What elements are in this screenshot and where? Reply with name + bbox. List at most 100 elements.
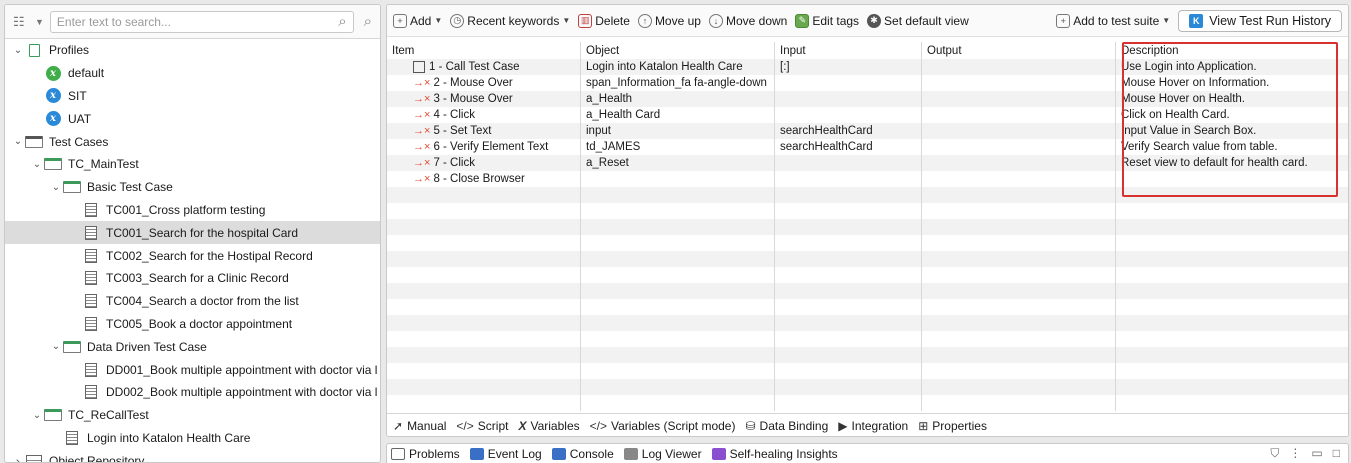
tree-item[interactable]: TC004_Search a doctor from the list [5,290,380,313]
chevron-down-icon[interactable]: ⌄ [11,45,25,56]
empty-cell[interactable] [581,219,775,235]
empty-cell[interactable] [1116,315,1346,331]
tree-item[interactable]: TC003_Search for a Clinic Record [5,267,380,290]
empty-cell[interactable] [775,187,922,203]
empty-cell[interactable] [1116,299,1346,315]
empty-cell[interactable] [922,267,1116,283]
tree-item[interactable]: ⌄ Test Cases [5,130,380,153]
empty-cell[interactable] [1116,235,1346,251]
cell-object[interactable]: a_Health [581,91,775,107]
empty-cell[interactable] [387,315,581,331]
search-input[interactable] [56,14,335,29]
empty-cell[interactable] [581,363,775,379]
empty-cell[interactable] [387,299,581,315]
tree-item[interactable]: ⌄ TC_MainTest [5,153,380,176]
empty-cell[interactable] [581,251,775,267]
view-test-run-history-button[interactable]: K View Test Run History [1178,9,1342,32]
empty-cell[interactable] [775,363,922,379]
cell-output[interactable] [922,155,1116,171]
cell-item[interactable]: →× 8 - Close Browser [387,171,581,187]
tree-item[interactable]: TC002_Search for the Hostipal Record [5,244,380,267]
empty-cell[interactable] [387,187,581,203]
tree-item[interactable]: x UAT [5,107,380,130]
empty-table-row[interactable] [387,347,1348,363]
tree-item[interactable]: › Object Repository [5,449,380,462]
chevron-down-icon[interactable]: ⌄ [30,159,44,170]
cell-input[interactable] [775,171,922,187]
table-row[interactable]: →× 8 - Close Browser [387,171,1348,187]
chevron-down-icon[interactable]: ⌄ [49,182,63,193]
empty-cell[interactable] [387,347,581,363]
empty-cell[interactable] [922,235,1116,251]
edit-tags-button[interactable]: ✎ Edit tags [795,13,859,28]
empty-cell[interactable] [387,395,581,411]
empty-cell[interactable] [922,219,1116,235]
table-row[interactable]: →× 4 - Click a_Health Card Click on Health … [387,107,1348,123]
empty-table-row[interactable] [387,283,1348,299]
cell-description[interactable]: Mouse Hover on Information. [1116,75,1346,91]
empty-table-row[interactable] [387,395,1348,411]
chevron-right-icon[interactable]: › [11,453,25,462]
empty-cell[interactable] [922,187,1116,203]
cell-object[interactable] [581,171,775,187]
table-row[interactable]: →× 5 - Set Text input searchHealthCard Input… [387,123,1348,139]
empty-table-row[interactable] [387,235,1348,251]
empty-cell[interactable] [581,331,775,347]
empty-cell[interactable] [581,235,775,251]
empty-cell[interactable] [775,283,922,299]
cell-input[interactable]: searchHealthCard [775,123,922,139]
add-button[interactable]: + Add ▼ [393,13,442,28]
empty-cell[interactable] [581,395,775,411]
tree-item[interactable]: DD001_Book multiple appointment with doc… [5,358,380,381]
cell-object[interactable]: input [581,123,775,139]
empty-cell[interactable] [581,347,775,363]
cell-input[interactable]: searchHealthCard [775,139,922,155]
minimize-icon[interactable]: ▭ [1311,446,1322,461]
empty-cell[interactable] [1116,379,1346,395]
empty-cell[interactable] [581,267,775,283]
empty-cell[interactable] [1116,187,1346,203]
empty-cell[interactable] [1116,251,1346,267]
tab-console[interactable]: Console [551,447,614,461]
cell-item[interactable]: →× 5 - Set Text [387,123,581,139]
empty-cell[interactable] [387,251,581,267]
tab-properties[interactable]: ⊞ Properties [918,419,987,433]
more-options-icon[interactable]: ⋮ [1289,446,1301,461]
move-up-button[interactable]: ↑ Move up [637,13,701,28]
tree-item[interactable]: ⌄ TC_ReCallTest [5,404,380,427]
tree-item[interactable]: ⌄ Basic Test Case [5,176,380,199]
filter-icon[interactable]: ☷ [13,14,29,30]
empty-cell[interactable] [581,187,775,203]
empty-cell[interactable] [775,347,922,363]
tree-item[interactable]: ⌄ Profiles [5,39,380,62]
cell-output[interactable] [922,91,1116,107]
empty-cell[interactable] [922,363,1116,379]
table-row[interactable]: →× 2 - Mouse Over span_Information_fa fa-a… [387,75,1348,91]
empty-table-row[interactable] [387,251,1348,267]
empty-cell[interactable] [775,299,922,315]
empty-cell[interactable] [387,203,581,219]
tree-item[interactable]: x SIT [5,85,380,108]
empty-cell[interactable] [922,203,1116,219]
cell-description[interactable]: Click on Health Card. [1116,107,1346,123]
table-row[interactable]: 1 - Call Test Case Login into Katalon Hea… [387,59,1348,75]
chevron-down-icon[interactable]: ⌄ [30,410,44,421]
cell-input[interactable] [775,75,922,91]
cell-item[interactable]: →× 3 - Mouse Over [387,91,581,107]
tab-event-log[interactable]: Event Log [469,447,542,461]
empty-cell[interactable] [1116,283,1346,299]
empty-cell[interactable] [922,347,1116,363]
tab-problems[interactable]: Problems [391,447,460,461]
table-row[interactable]: →× 7 - Click a_Reset Reset view to default … [387,155,1348,171]
tab-self-healing-insights[interactable]: Self-healing Insights [711,447,838,461]
search-field[interactable]: ⌕ [49,10,354,33]
empty-cell[interactable] [581,299,775,315]
empty-table-row[interactable] [387,299,1348,315]
chevron-down-icon[interactable]: ⌄ [49,341,63,352]
empty-cell[interactable] [775,267,922,283]
cell-input[interactable]: [:] [775,59,922,75]
empty-cell[interactable] [922,299,1116,315]
tree-item[interactable]: TC005_Book a doctor appointment [5,313,380,336]
cell-output[interactable] [922,171,1116,187]
empty-cell[interactable] [581,379,775,395]
